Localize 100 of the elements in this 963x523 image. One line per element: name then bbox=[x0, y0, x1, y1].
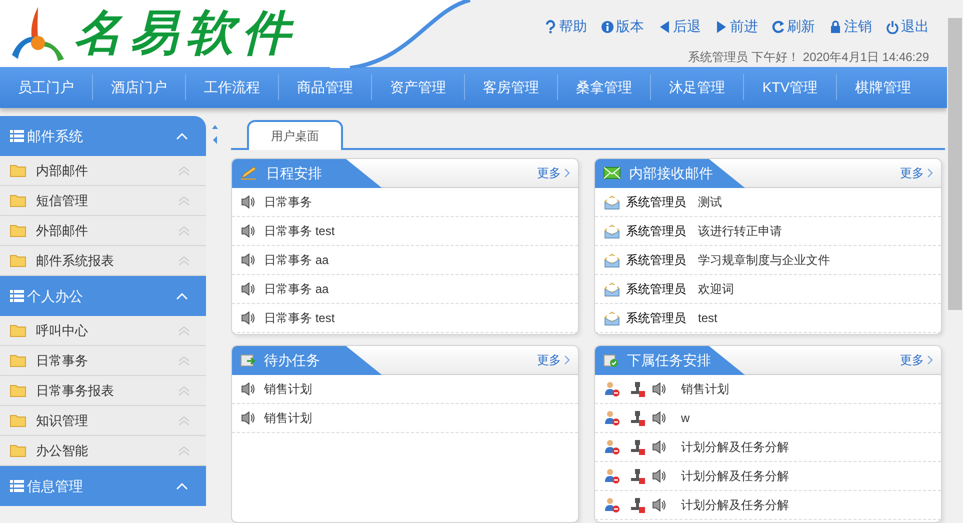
folder-icon bbox=[10, 384, 26, 397]
speaker-icon bbox=[652, 411, 667, 425]
task-link[interactable]: 计划分解及任务分解 bbox=[681, 467, 789, 485]
pencil-icon bbox=[240, 166, 258, 180]
folder-icon bbox=[10, 324, 26, 337]
task-link[interactable]: 日常事务 test bbox=[264, 222, 335, 240]
speaker-icon bbox=[652, 498, 667, 512]
folder-icon bbox=[10, 354, 26, 367]
stamp-icon bbox=[630, 381, 646, 397]
speaker-icon bbox=[241, 282, 256, 296]
task-icon bbox=[240, 353, 256, 367]
tab[interactable]: 用户桌面 bbox=[247, 120, 343, 150]
task-link[interactable]: 计划分解及任务分解 bbox=[681, 438, 789, 456]
task-link[interactable]: 日常事务 aa bbox=[264, 280, 329, 298]
toolbar-link[interactable]: 后退 bbox=[658, 16, 701, 37]
chevron-up-icon bbox=[176, 132, 188, 140]
open-envelope-icon bbox=[604, 223, 620, 239]
more-link[interactable]: 更多 bbox=[900, 351, 941, 369]
sidebar-item[interactable]: 办公智能 bbox=[0, 436, 206, 466]
more-link[interactable]: 更多 bbox=[537, 351, 578, 369]
mail-subject[interactable]: 测试 bbox=[698, 193, 722, 211]
toolbar-link[interactable]: 注销 bbox=[829, 16, 872, 37]
mail-subject[interactable]: 该进行转正申请 bbox=[698, 222, 782, 240]
toolbar-link[interactable]: 前进 bbox=[715, 16, 758, 37]
mail-sender: 系统管理员 bbox=[626, 310, 686, 327]
double-chevron-up-icon bbox=[178, 416, 190, 426]
stamp-icon bbox=[630, 439, 646, 455]
folder-icon bbox=[10, 254, 26, 267]
person-icon bbox=[604, 410, 620, 426]
chevron-right-icon bbox=[564, 355, 570, 365]
sidebar-item[interactable]: 邮件系统报表 bbox=[0, 246, 206, 276]
task-link[interactable]: 计划分解及任务分解 bbox=[681, 496, 789, 514]
mail-subject[interactable]: 欢迎词 bbox=[698, 280, 734, 298]
double-chevron-up-icon bbox=[178, 166, 190, 176]
more-link[interactable]: 更多 bbox=[537, 164, 578, 182]
toolbar-link[interactable]: 帮助 bbox=[544, 16, 587, 37]
collapse-up-icon[interactable] bbox=[212, 124, 218, 130]
folder-icon bbox=[10, 194, 26, 207]
mail-sender: 系统管理员 bbox=[626, 252, 686, 269]
speaker-icon bbox=[241, 311, 256, 325]
speaker-icon bbox=[241, 195, 256, 209]
double-chevron-up-icon bbox=[178, 256, 190, 266]
task-check-icon bbox=[603, 353, 619, 367]
info-icon bbox=[601, 20, 614, 34]
sidebar-item[interactable]: 外部邮件 bbox=[0, 216, 206, 246]
task-link[interactable]: 销售计划 bbox=[264, 380, 312, 398]
folder-icon bbox=[10, 414, 26, 427]
double-chevron-up-icon bbox=[178, 326, 190, 336]
more-link[interactable]: 更多 bbox=[900, 164, 941, 182]
task-link[interactable]: 销售计划 bbox=[264, 409, 312, 427]
task-link[interactable]: 日常事务 aa bbox=[264, 251, 329, 269]
mail-subject[interactable]: 学习规章制度与企业文件 bbox=[698, 251, 830, 269]
toolbar-link[interactable]: 版本 bbox=[601, 16, 644, 37]
chevron-up-icon bbox=[176, 292, 188, 300]
mail-sender: 系统管理员 bbox=[626, 194, 686, 211]
panel-title: 下属任务安排 bbox=[627, 350, 711, 370]
open-envelope-icon bbox=[604, 310, 620, 326]
sidebar-item[interactable]: 日常事务报表 bbox=[0, 376, 206, 406]
speaker-icon bbox=[241, 253, 256, 267]
refresh-icon bbox=[772, 20, 785, 34]
task-link[interactable]: 销售计划 bbox=[681, 380, 729, 398]
envelope-icon bbox=[603, 166, 621, 180]
double-chevron-up-icon bbox=[178, 356, 190, 366]
toolbar-link[interactable]: 退出 bbox=[886, 16, 929, 37]
help-icon bbox=[544, 20, 557, 34]
mail-sender: 系统管理员 bbox=[626, 223, 686, 240]
task-link[interactable]: 日常事务 bbox=[264, 193, 312, 211]
person-icon bbox=[604, 381, 620, 397]
panel-title: 内部接收邮件 bbox=[629, 164, 713, 182]
folder-icon bbox=[10, 164, 26, 177]
person-icon bbox=[604, 468, 620, 484]
double-chevron-up-icon bbox=[178, 386, 190, 396]
speaker-icon bbox=[652, 440, 667, 454]
folder-icon bbox=[10, 444, 26, 457]
speaker-icon bbox=[241, 382, 256, 396]
sidebar-item[interactable]: 呼叫中心 bbox=[0, 316, 206, 346]
toolbar-link[interactable]: 刷新 bbox=[772, 16, 815, 37]
greeting-text: 系统管理员 下午好！ 2020年4月1日 14:46:29 bbox=[688, 49, 929, 66]
sidebar-item[interactable]: 日常事务 bbox=[0, 346, 206, 376]
scrollbar-thumb[interactable] bbox=[948, 18, 962, 310]
sidebar-item[interactable]: 知识管理 bbox=[0, 406, 206, 436]
mail-subject[interactable]: test bbox=[698, 309, 718, 327]
speaker-icon bbox=[241, 411, 256, 425]
speaker-icon bbox=[652, 382, 667, 396]
person-icon bbox=[604, 497, 620, 513]
chevron-right-icon bbox=[927, 168, 933, 178]
panel-title: 待办任务 bbox=[264, 350, 320, 370]
speaker-icon bbox=[241, 224, 256, 238]
back-arrow-icon bbox=[658, 20, 671, 34]
person-icon bbox=[604, 439, 620, 455]
sidebar-item[interactable]: 内部邮件 bbox=[0, 156, 206, 186]
lock-icon bbox=[829, 20, 842, 34]
chevron-right-icon bbox=[927, 355, 933, 365]
collapse-left-icon[interactable] bbox=[212, 136, 218, 144]
open-envelope-icon bbox=[604, 194, 620, 210]
task-link[interactable]: 日常事务 test bbox=[264, 309, 335, 327]
chevron-up-icon bbox=[176, 482, 188, 490]
stamp-icon bbox=[630, 497, 646, 513]
task-link[interactable]: w bbox=[681, 409, 690, 427]
sidebar-item[interactable]: 短信管理 bbox=[0, 186, 206, 216]
